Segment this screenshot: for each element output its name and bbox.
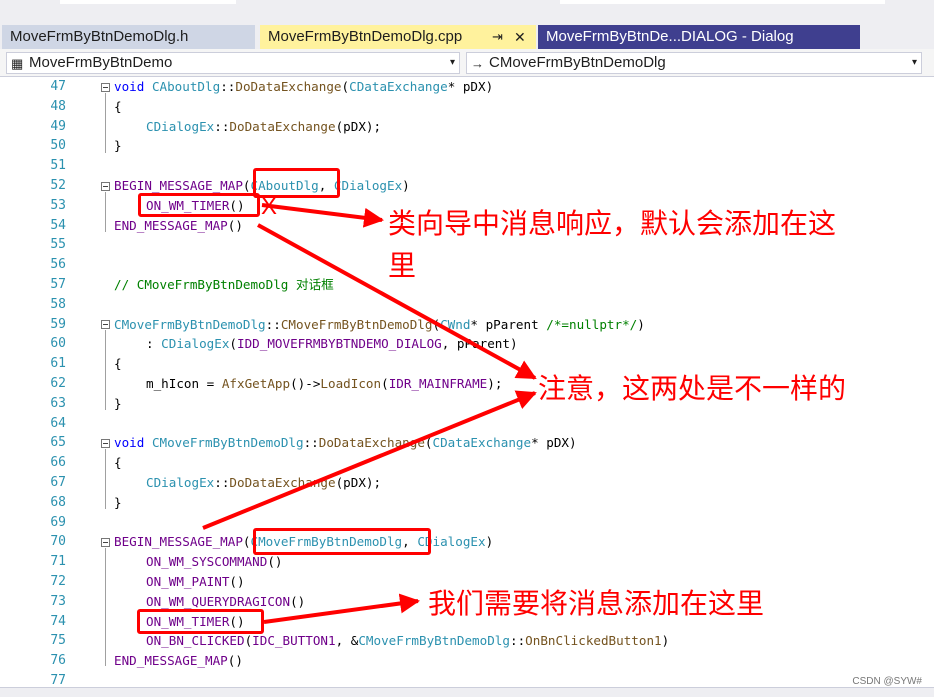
annotation-note1-cont: 里 bbox=[388, 249, 417, 282]
arrow-to-note1 bbox=[261, 203, 384, 228]
watermark: CSDN @SYW# bbox=[852, 676, 922, 687]
annotation-note3: 我们需要将消息添加在这里 bbox=[428, 587, 765, 620]
arrow-to-note2-from-main bbox=[202, 390, 537, 530]
annotation-note2: 注意，这两处是不一样的 bbox=[538, 372, 847, 405]
arrow-to-note3 bbox=[263, 593, 420, 624]
annotation-note1: 类向导中消息响应，默认会添加在这 bbox=[388, 207, 837, 240]
